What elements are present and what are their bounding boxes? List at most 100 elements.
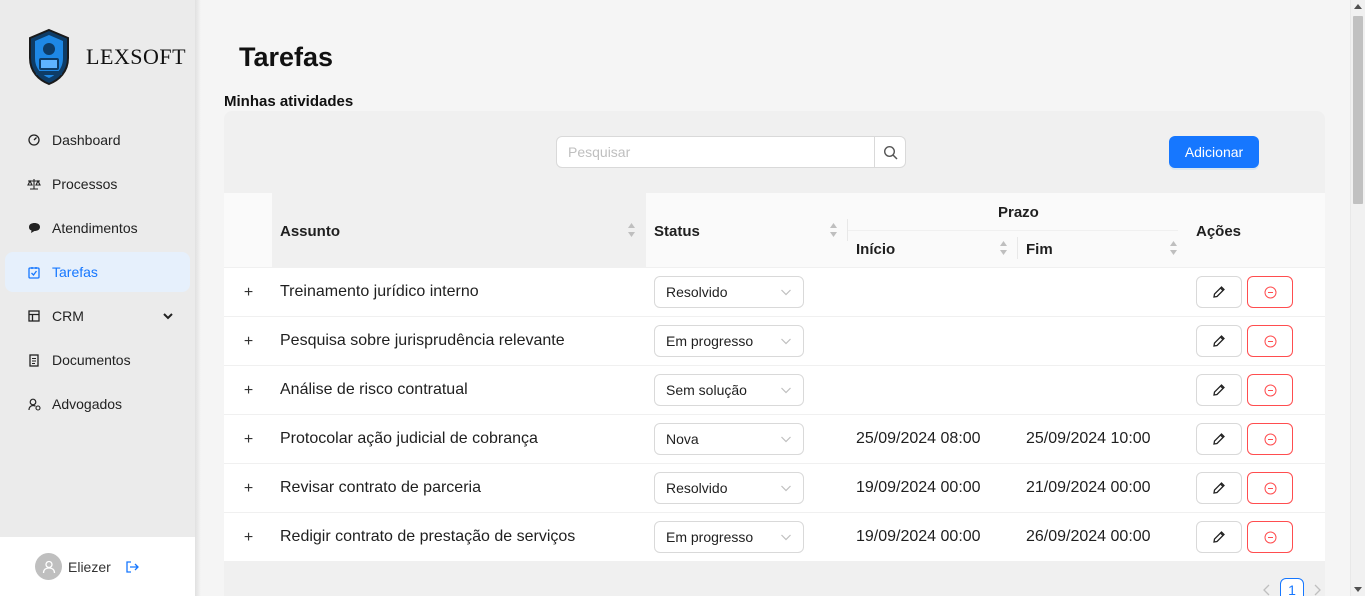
chevron-down-icon <box>781 289 791 296</box>
add-button[interactable]: Adicionar <box>1169 136 1259 168</box>
page-title: Tarefas <box>239 42 334 72</box>
expand-icon[interactable]: + <box>240 382 257 399</box>
chevron-left-icon[interactable] <box>1258 581 1276 596</box>
sidebar-item-label: Documentos <box>52 352 131 368</box>
search-input[interactable] <box>556 136 875 168</box>
status-select[interactable]: Sem solução <box>654 374 804 406</box>
row-start: 19/09/2024 00:00 <box>856 528 981 545</box>
column-subject[interactable]: Assunto <box>280 223 340 240</box>
lawyers-icon <box>27 397 41 411</box>
scroll-thumb[interactable] <box>1353 16 1363 204</box>
search-icon <box>883 145 898 160</box>
column-actions: Ações <box>1196 223 1242 240</box>
delete-button[interactable] <box>1247 325 1293 357</box>
status-select[interactable]: Em progresso <box>654 325 804 357</box>
sidebar-item-label: Processos <box>52 176 118 192</box>
row-subject: Protocolar ação judicial de cobrança <box>280 430 538 447</box>
brand[interactable]: LEXSOFT <box>26 28 186 86</box>
sidebar-item-label: Atendimentos <box>52 220 138 236</box>
status-value: Sem solução <box>666 382 747 398</box>
scroll-down-icon[interactable] <box>1354 587 1362 592</box>
status-select[interactable]: Em progresso <box>654 521 804 553</box>
user-icon <box>42 560 55 573</box>
column-end[interactable]: Fim <box>1026 241 1053 258</box>
table-row: + Revisar contrato de parceria Resolvido… <box>224 464 1325 513</box>
minus-circle-icon <box>1264 433 1276 445</box>
chevron-down-icon <box>781 485 791 492</box>
table-row: + Redigir contrato de prestação de servi… <box>224 513 1325 562</box>
pencil-icon <box>1213 286 1225 298</box>
sidebar-divider <box>195 0 201 596</box>
edit-button[interactable] <box>1196 472 1242 504</box>
minus-circle-icon <box>1264 531 1276 543</box>
sidebar-item-tarefas[interactable]: Tarefas <box>5 252 190 292</box>
table-row: + Treinamento jurídico interno Resolvido <box>224 268 1325 317</box>
scrollbar[interactable] <box>1350 0 1365 596</box>
delete-button[interactable] <box>1247 472 1293 504</box>
search-button[interactable] <box>875 136 906 168</box>
minus-circle-icon <box>1264 482 1276 494</box>
row-subject: Revisar contrato de parceria <box>280 479 481 496</box>
delete-button[interactable] <box>1247 423 1293 455</box>
chevron-down-icon <box>781 436 791 443</box>
sidebar-item-advogados[interactable]: Advogados <box>5 384 190 424</box>
sidebar-item-processos[interactable]: Processos <box>5 164 190 204</box>
sort-icon[interactable] <box>1169 240 1178 256</box>
row-end: 26/09/2024 00:00 <box>1026 528 1151 545</box>
column-start[interactable]: Início <box>856 241 895 258</box>
pencil-icon <box>1213 384 1225 396</box>
pagination: 1 <box>1258 578 1326 596</box>
delete-button[interactable] <box>1247 276 1293 308</box>
sidebar-menu: Dashboard Processos Atendimentos Tarefas… <box>5 120 190 428</box>
row-subject: Treinamento jurídico interno <box>280 283 479 300</box>
search-bar <box>556 136 906 168</box>
table-row: + Pesquisa sobre jurisprudência relevant… <box>224 317 1325 366</box>
column-status[interactable]: Status <box>654 223 700 240</box>
minus-circle-icon <box>1264 384 1276 396</box>
sort-icon[interactable] <box>627 222 636 238</box>
edit-button[interactable] <box>1196 423 1242 455</box>
pencil-icon <box>1213 433 1225 445</box>
expand-icon[interactable]: + <box>240 529 257 546</box>
chevron-down-icon[interactable] <box>162 309 174 325</box>
edit-button[interactable] <box>1196 521 1242 553</box>
expand-icon[interactable]: + <box>240 480 257 497</box>
delete-button[interactable] <box>1247 374 1293 406</box>
edit-button[interactable] <box>1196 374 1242 406</box>
expand-icon[interactable]: + <box>240 431 257 448</box>
expand-icon[interactable]: + <box>240 333 257 350</box>
sidebar-item-documentos[interactable]: Documentos <box>5 340 190 380</box>
task-icon <box>27 265 41 279</box>
expand-icon[interactable]: + <box>240 284 257 301</box>
status-select[interactable]: Resolvido <box>654 276 804 308</box>
table-header: Assunto Status Prazo Início Fim Ações <box>224 193 1325 268</box>
row-subject: Redigir contrato de prestação de serviço… <box>280 528 576 545</box>
edit-button[interactable] <box>1196 276 1242 308</box>
delete-button[interactable] <box>1247 521 1293 553</box>
scroll-up-icon[interactable] <box>1354 4 1362 9</box>
sort-icon[interactable] <box>829 222 838 238</box>
sidebar-item-dashboard[interactable]: Dashboard <box>5 120 190 160</box>
table-row: + Análise de risco contratual Sem soluçã… <box>224 366 1325 415</box>
status-select[interactable]: Resolvido <box>654 472 804 504</box>
sidebar-item-atendimentos[interactable]: Atendimentos <box>5 208 190 248</box>
status-value: Resolvido <box>666 284 728 300</box>
sidebar: LEXSOFT Dashboard Processos Atendimentos… <box>0 0 195 596</box>
chevron-right-icon[interactable] <box>1308 581 1326 596</box>
sidebar-item-label: Advogados <box>52 396 123 412</box>
avatar[interactable] <box>35 553 62 580</box>
edit-button[interactable] <box>1196 325 1242 357</box>
logout-icon[interactable] <box>125 560 139 573</box>
user-name: Eliezer <box>68 558 111 575</box>
row-start: 19/09/2024 00:00 <box>856 479 981 496</box>
status-value: Em progresso <box>666 529 754 545</box>
pencil-icon <box>1213 482 1225 494</box>
sort-icon[interactable] <box>999 240 1008 256</box>
sidebar-item-crm[interactable]: CRM <box>5 296 190 336</box>
pencil-icon <box>1213 531 1225 543</box>
documents-icon <box>27 353 41 367</box>
status-value: Nova <box>666 431 699 447</box>
status-select[interactable]: Nova <box>654 423 804 455</box>
page-number[interactable]: 1 <box>1280 578 1304 596</box>
sidebar-item-label: CRM <box>52 308 84 324</box>
